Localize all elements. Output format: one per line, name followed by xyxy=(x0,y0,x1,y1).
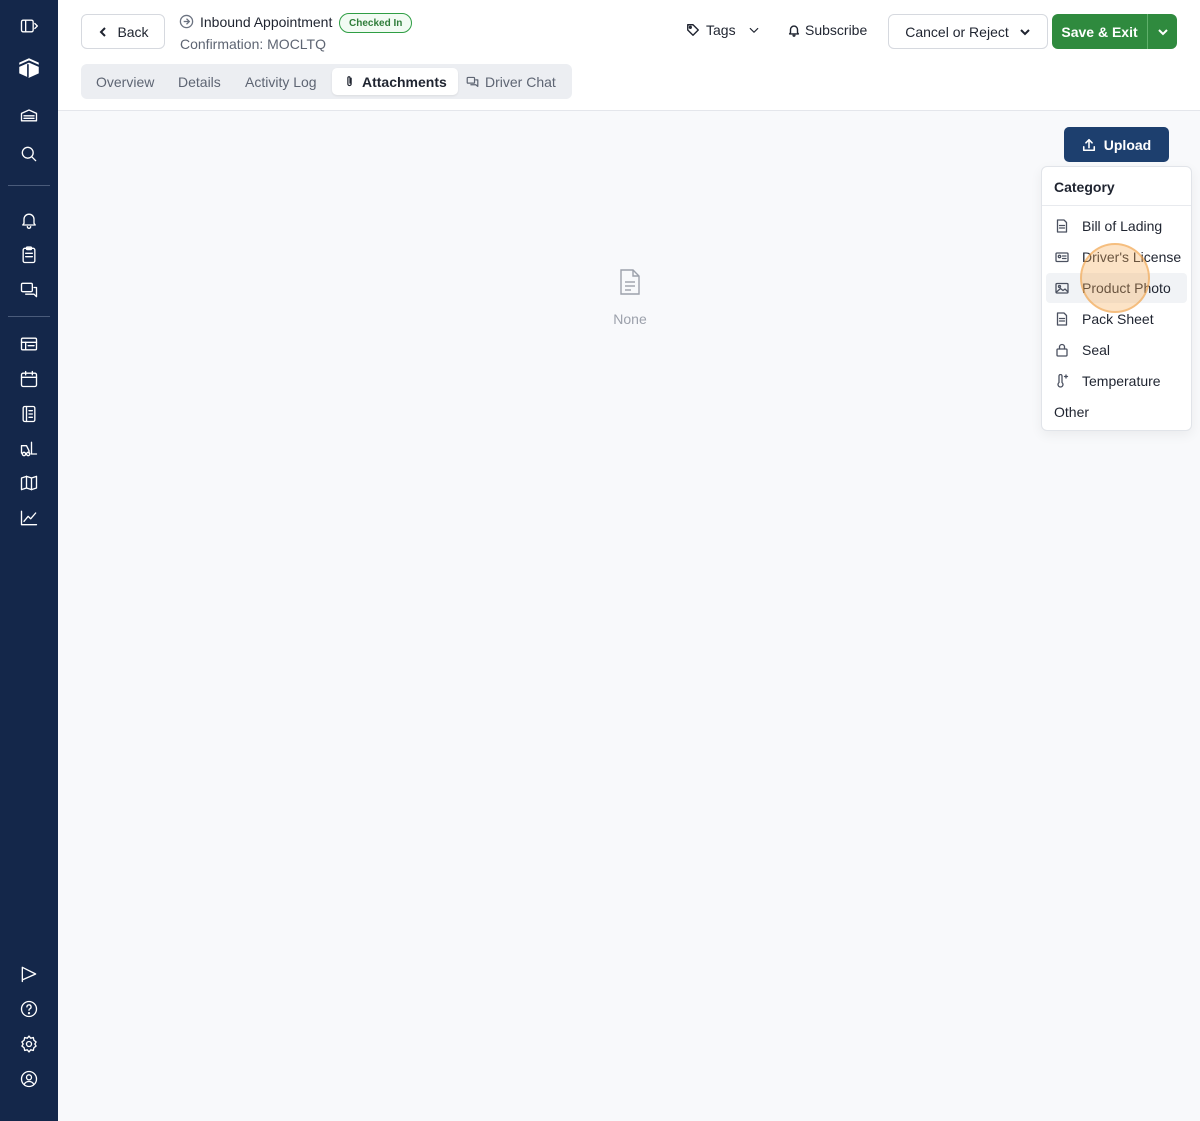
tags-dropdown[interactable]: Tags xyxy=(686,22,760,38)
flag-icon[interactable] xyxy=(15,960,43,988)
menu-item-label: Seal xyxy=(1082,342,1111,358)
menu-item-label: Driver's License xyxy=(1082,249,1182,265)
calendar-icon[interactable] xyxy=(15,365,43,393)
settings-icon[interactable] xyxy=(15,1030,43,1058)
document-icon xyxy=(620,269,640,295)
clipboard-icon[interactable] xyxy=(15,241,43,269)
chat-icon[interactable] xyxy=(15,276,43,304)
schedule-icon[interactable] xyxy=(15,400,43,428)
menu-item-label: Pack Sheet xyxy=(1082,311,1154,327)
back-button[interactable]: Back xyxy=(81,14,165,49)
user-icon[interactable] xyxy=(15,1065,43,1093)
menu-item-drivers-license[interactable]: Driver's License xyxy=(1046,242,1187,272)
tab-bar: Overview Details Activity Log Attachment… xyxy=(81,64,572,99)
page-title: Inbound Appointment xyxy=(200,14,333,30)
sidebar-divider xyxy=(8,316,50,317)
document-icon xyxy=(1055,312,1069,326)
save-options-button[interactable] xyxy=(1147,14,1177,49)
map-icon[interactable] xyxy=(15,469,43,497)
document-icon xyxy=(1055,219,1069,233)
tab-overview[interactable]: Overview xyxy=(85,68,165,95)
menu-item-label: Temperature xyxy=(1082,373,1161,389)
menu-item-bill-of-lading[interactable]: Bill of Lading xyxy=(1046,211,1187,241)
menu-divider xyxy=(1042,205,1191,206)
menu-item-pack-sheet[interactable]: Pack Sheet xyxy=(1046,304,1187,334)
menu-item-label: Other xyxy=(1054,404,1090,420)
chevron-left-icon xyxy=(100,26,107,37)
status-badge: Checked In xyxy=(339,13,413,33)
chevron-down-icon xyxy=(1157,28,1168,35)
chevron-down-icon xyxy=(1020,28,1030,35)
sidebar-divider xyxy=(8,185,50,186)
tab-label: Activity Log xyxy=(245,73,317,90)
empty-state: None xyxy=(598,268,662,327)
page-header: Back Inbound Appointment Checked In Conf… xyxy=(58,0,1200,111)
tab-label: Attachments xyxy=(362,73,447,90)
menu-item-seal[interactable]: Seal xyxy=(1046,335,1187,365)
subscribe-label: Subscribe xyxy=(805,22,868,38)
paperclip-icon xyxy=(347,76,352,87)
lock-icon xyxy=(1055,343,1069,357)
menu-item-product-photo[interactable]: Product Photo xyxy=(1046,273,1187,303)
cancel-or-reject-label: Cancel or Reject xyxy=(905,23,1009,40)
upload-label: Upload xyxy=(1103,136,1152,153)
dock-board-icon[interactable] xyxy=(15,330,43,358)
tab-driver-chat[interactable]: Driver Chat xyxy=(455,68,567,95)
chevron-down-icon xyxy=(749,27,758,33)
warehouse-icon[interactable] xyxy=(15,101,43,129)
tab-label: Details xyxy=(178,73,221,90)
bell-icon xyxy=(788,25,800,37)
tags-label: Tags xyxy=(706,22,736,38)
sidebar-toggle-icon[interactable] xyxy=(15,12,43,40)
menu-item-label: Product Photo xyxy=(1082,280,1171,296)
logo-icon[interactable] xyxy=(15,54,43,82)
menu-item-temperature[interactable]: Temperature xyxy=(1046,366,1187,396)
tab-label: Overview xyxy=(96,73,155,90)
inbound-arrow-icon xyxy=(179,14,194,29)
upload-button[interactable]: Upload xyxy=(1064,127,1169,162)
tag-icon xyxy=(687,24,699,36)
save-and-exit-button[interactable]: Save & Exit xyxy=(1052,14,1147,49)
search-icon[interactable] xyxy=(15,140,43,168)
category-menu-header: Category xyxy=(1054,179,1115,195)
bell-icon[interactable] xyxy=(15,206,43,234)
tab-details[interactable]: Details xyxy=(167,68,232,95)
tab-attachments[interactable]: Attachments xyxy=(332,68,458,95)
help-icon[interactable] xyxy=(15,995,43,1023)
subscribe-button[interactable]: Subscribe xyxy=(787,22,867,38)
sidebar xyxy=(0,0,58,1121)
menu-item-other[interactable]: Other xyxy=(1046,397,1187,427)
image-icon xyxy=(1055,281,1069,295)
confirmation-number: Confirmation: MOCLTQ xyxy=(180,36,326,52)
menu-item-label: Bill of Lading xyxy=(1082,218,1163,234)
back-button-label: Back xyxy=(117,23,149,40)
upload-icon xyxy=(1082,138,1095,151)
chart-icon[interactable] xyxy=(15,504,43,532)
thermometer-icon xyxy=(1055,373,1069,388)
cancel-or-reject-button[interactable]: Cancel or Reject xyxy=(888,14,1048,49)
tab-activity-log[interactable]: Activity Log xyxy=(234,68,328,95)
tab-label: Driver Chat xyxy=(485,73,556,90)
save-and-exit-label: Save & Exit xyxy=(1061,23,1138,40)
chat-icon xyxy=(466,76,479,87)
id-card-icon xyxy=(1055,250,1069,264)
category-menu: Category Bill of Lading Driver's License… xyxy=(1041,166,1192,431)
forklift-icon[interactable] xyxy=(15,435,43,463)
empty-state-text: None xyxy=(613,311,647,327)
